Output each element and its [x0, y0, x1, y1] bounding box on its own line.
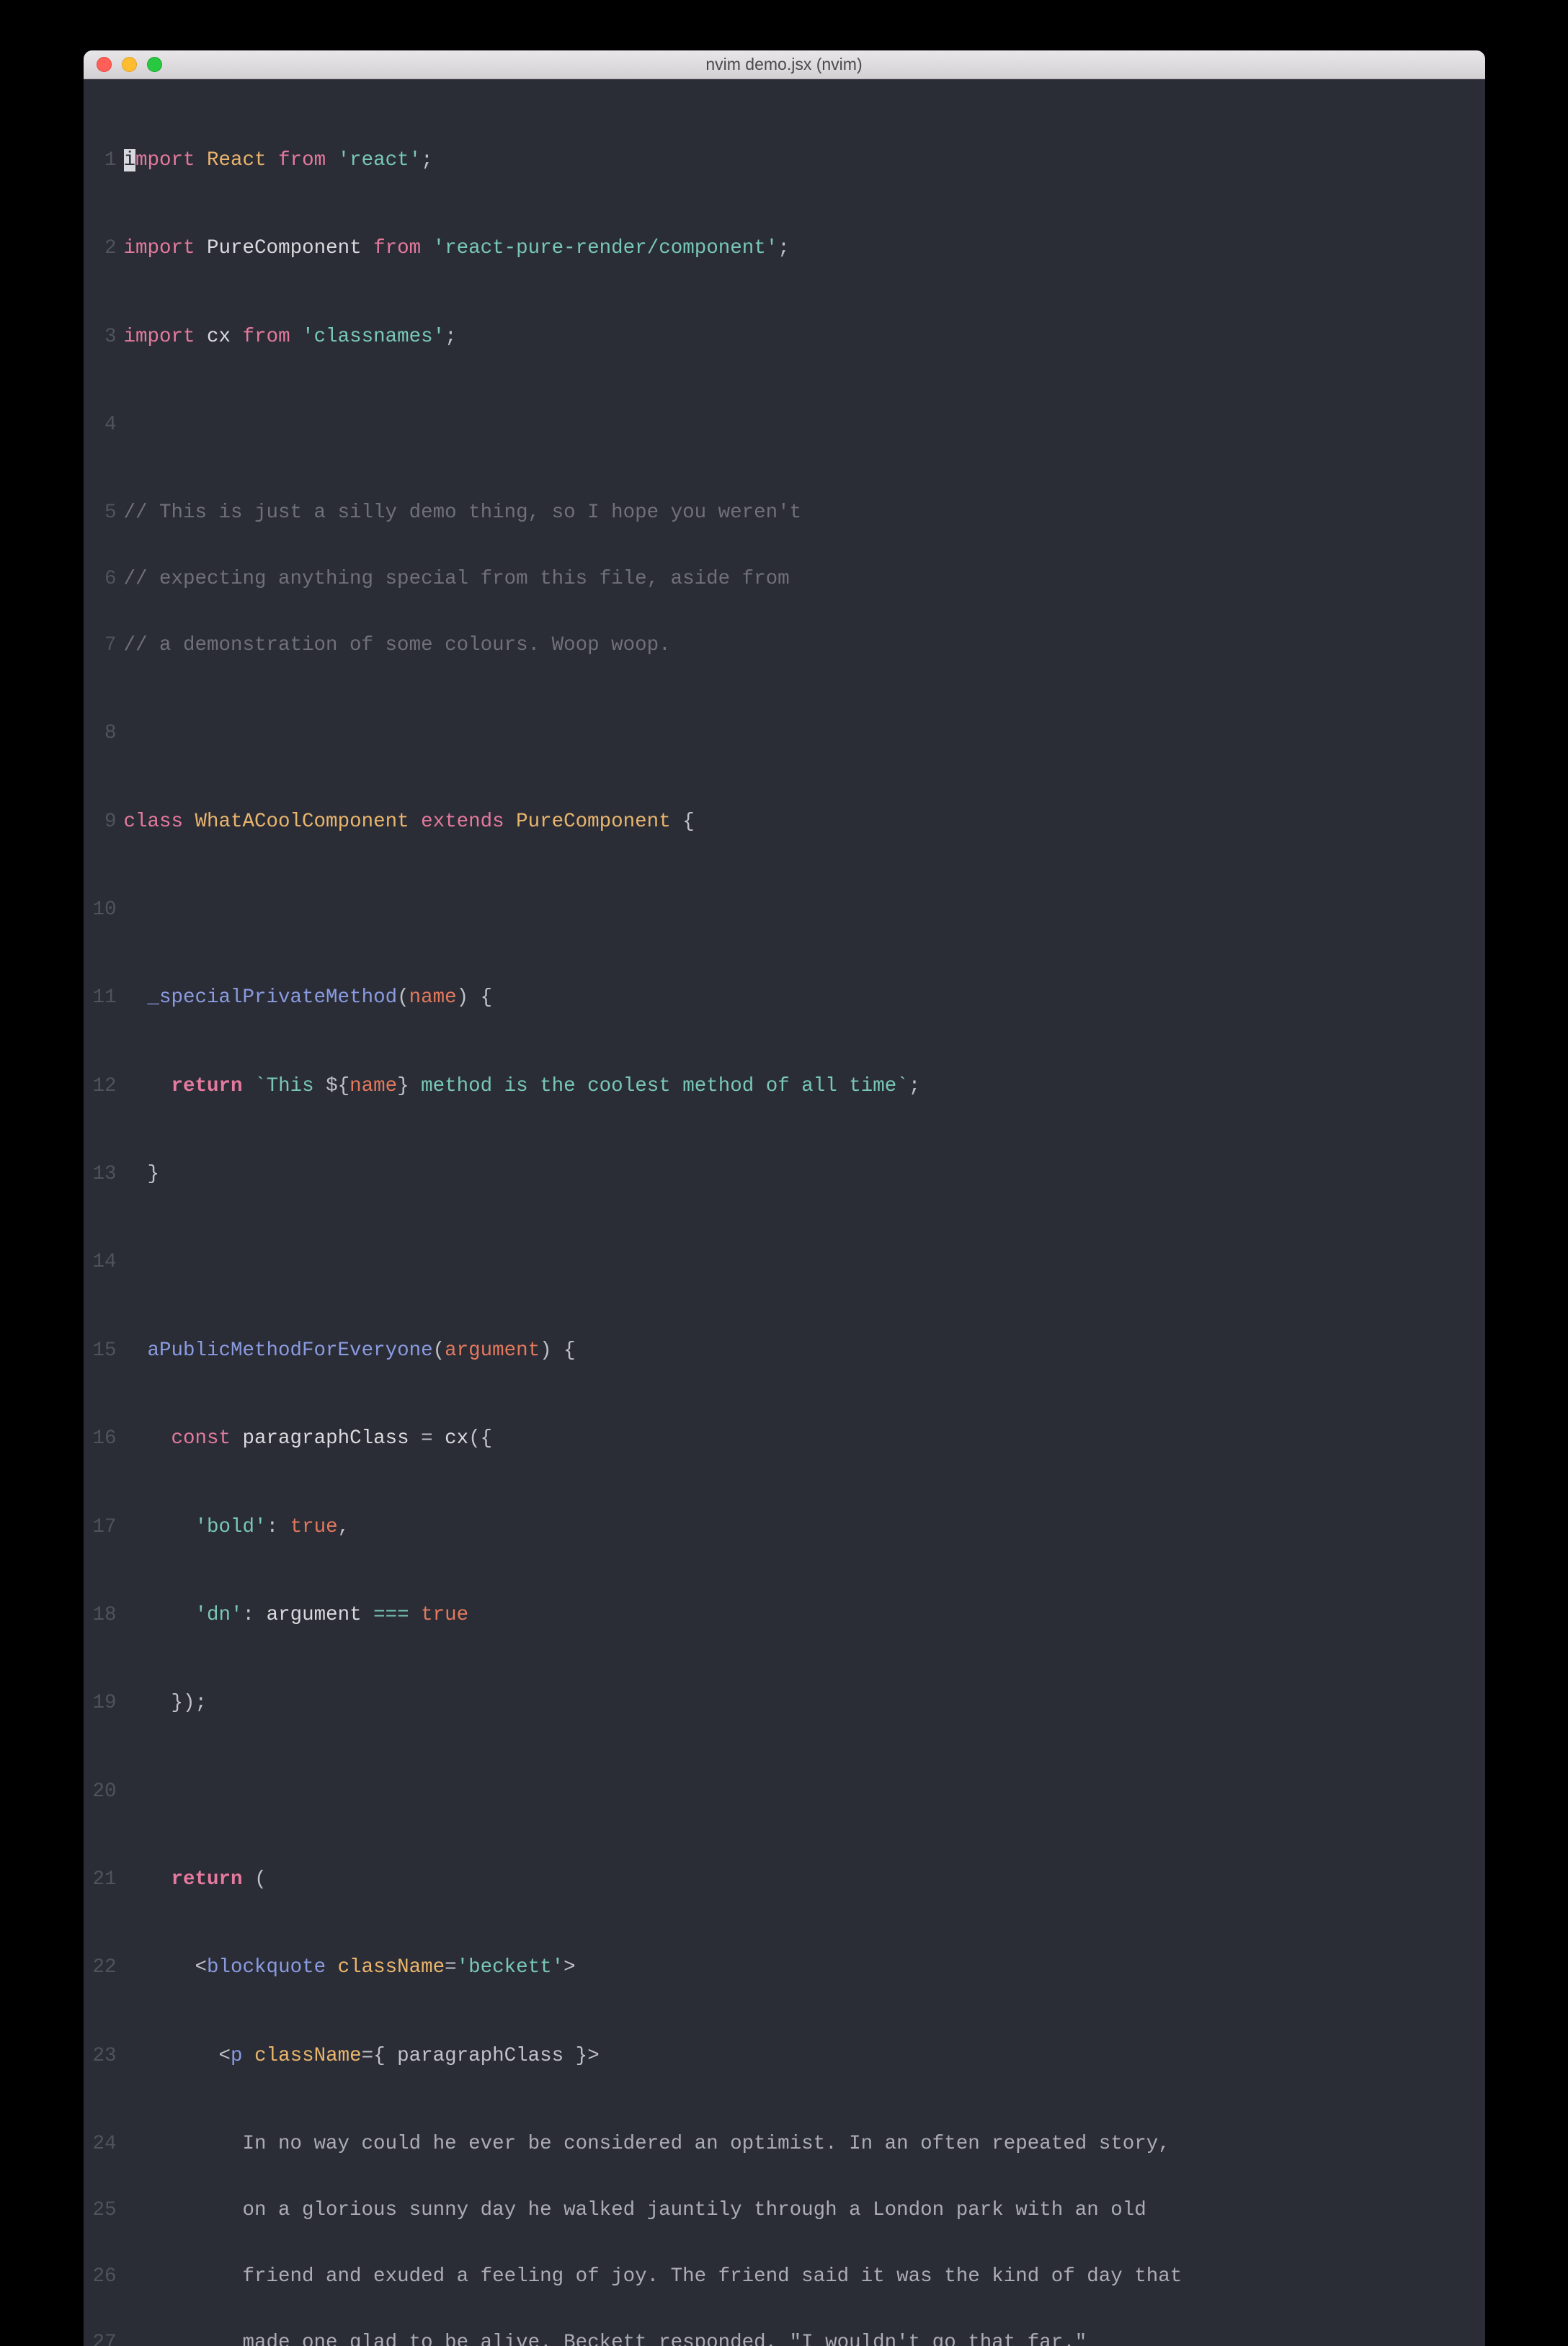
code-line: 21 return ( [84, 1869, 1485, 1891]
line-number: 2 [84, 238, 124, 260]
code-line: 23 <p className={ paragraphClass }> [84, 2046, 1485, 2068]
code-line: 4 [84, 414, 1485, 437]
code-line: 7// a demonstration of some colours. Woo… [84, 635, 1485, 657]
code-line: 18 'dn': argument === true [84, 1605, 1485, 1627]
code-line: 6// expecting anything special from this… [84, 568, 1485, 591]
code-line: 8 [84, 723, 1485, 745]
code-line: 14 [84, 1252, 1485, 1274]
code-line: 17 'bold': true, [84, 1517, 1485, 1539]
code-line: 10 [84, 899, 1485, 922]
code-line: 26 friend and exuded a feeling of joy. T… [84, 2266, 1485, 2288]
code-line: 3import cx from 'classnames'; [84, 326, 1485, 349]
terminal-window: nvim demo.jsx (nvim) 1import React from … [84, 50, 1485, 2346]
window-title: nvim demo.jsx (nvim) [84, 55, 1485, 74]
line-number: 3 [84, 326, 124, 349]
code-line: 19 }); [84, 1692, 1485, 1715]
code-line: 27 made one glad to be alive. Beckett re… [84, 2332, 1485, 2346]
code-line: 22 <blockquote className='beckett'> [84, 1957, 1485, 1979]
editor-area[interactable]: 1import React from 'react'; 2import Pure… [84, 79, 1485, 2346]
line-number: 1 [84, 150, 124, 172]
code-line: 25 on a glorious sunny day he walked jau… [84, 2200, 1485, 2222]
code-line: 16 const paragraphClass = cx({ [84, 1428, 1485, 1450]
code-line: 12 return `This ${name} method is the co… [84, 1076, 1485, 1098]
code-line: 15 aPublicMethodForEveryone(argument) { [84, 1340, 1485, 1362]
code-line: 1import React from 'react'; [84, 150, 1485, 172]
titlebar[interactable]: nvim demo.jsx (nvim) [84, 50, 1485, 79]
code-line: 5// This is just a silly demo thing, so … [84, 502, 1485, 525]
code-line: 13 } [84, 1164, 1485, 1186]
code-line: 24 In no way could he ever be considered… [84, 2133, 1485, 2156]
code-line: 11 _specialPrivateMethod(name) { [84, 987, 1485, 1009]
line-number: 4 [84, 414, 124, 437]
code-line: 9class WhatACoolComponent extends PureCo… [84, 811, 1485, 834]
cursor: i [124, 149, 136, 171]
code-line: 2import PureComponent from 'react-pure-r… [84, 238, 1485, 260]
code-line: 20 [84, 1781, 1485, 1803]
